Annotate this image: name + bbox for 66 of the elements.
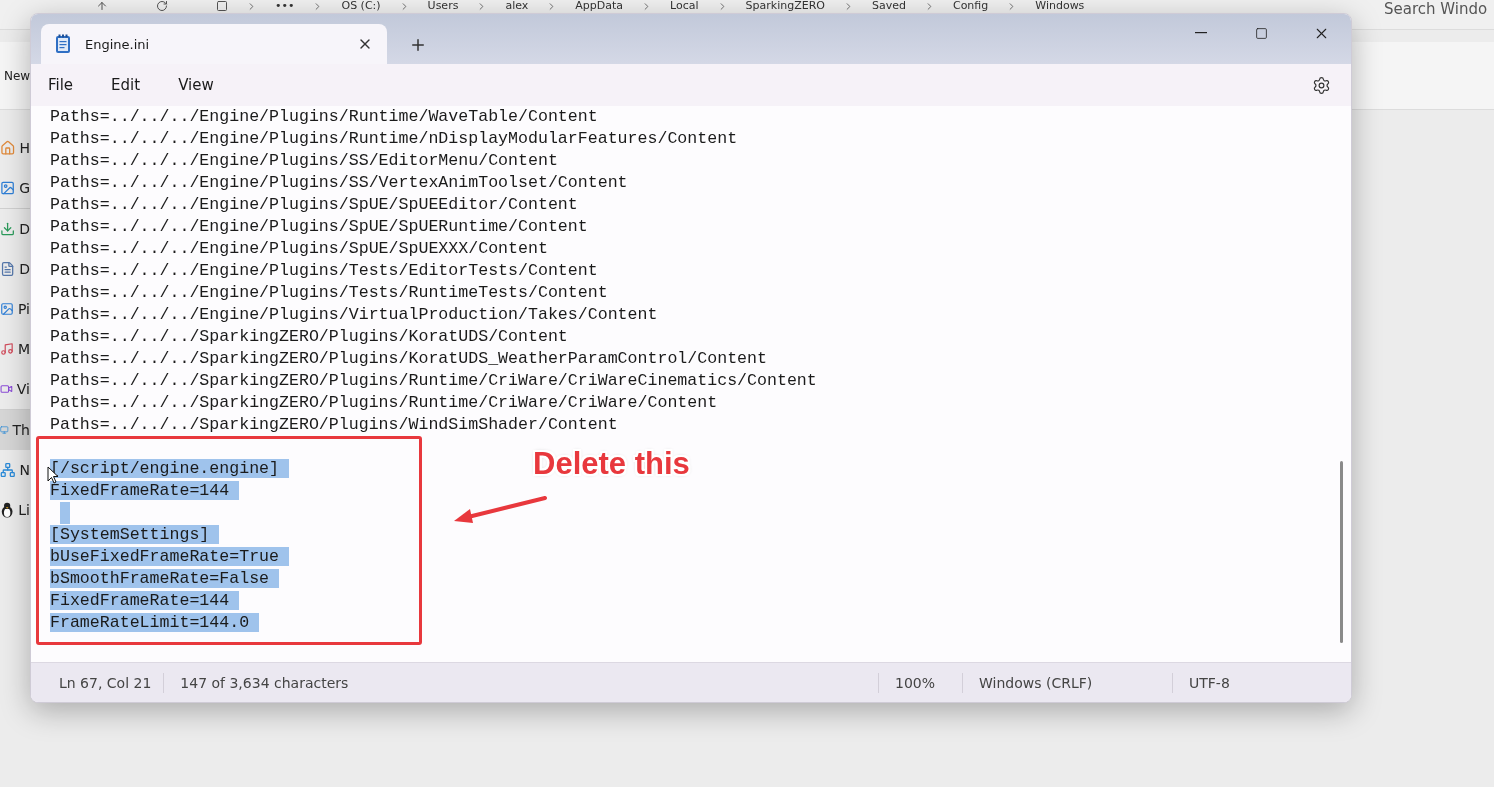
code-line: Paths=../../../SparkingZERO/Plugins/Runtime/CriWare/CriWareCinematics/Content xyxy=(50,371,817,390)
notepad-icon xyxy=(55,34,71,54)
sidebar-item[interactable]: Vi xyxy=(0,369,30,409)
breadcrumb-item[interactable]: OS (C:) xyxy=(341,0,381,12)
plus-icon xyxy=(409,36,427,54)
encoding: UTF-8 xyxy=(1172,672,1351,693)
scrollbar[interactable] xyxy=(1340,461,1343,643)
breadcrumb-item[interactable]: Saved xyxy=(871,0,906,12)
character-count: 147 of 3,634 characters xyxy=(163,672,365,693)
music-icon xyxy=(0,341,14,357)
sidebar-item[interactable]: Th xyxy=(0,410,30,450)
breadcrumb-item[interactable]: Windows xyxy=(1035,0,1085,12)
code-line: Paths=../../../Engine/Plugins/SpUE/SpUEEditor/Content xyxy=(50,195,578,214)
code-line: Paths=../../../Engine/Plugins/SpUE/SpUEXXX/Content xyxy=(50,239,548,258)
code-line: Paths=../../../Engine/Plugins/Tests/RuntimeTests/Content xyxy=(50,283,608,302)
file-tab[interactable]: Engine.ini xyxy=(41,24,387,64)
breadcrumb-item[interactable]: Config xyxy=(952,0,989,12)
code-line: Paths=../../../Engine/Plugins/Runtime/nDisplayModularFeatures/Content xyxy=(50,129,738,148)
sidebar-item[interactable]: H xyxy=(0,128,30,168)
download-icon xyxy=(0,221,16,237)
breadcrumb-item[interactable]: Local xyxy=(670,0,699,12)
maximize-icon xyxy=(1254,26,1268,40)
sidebar-item[interactable]: Pi xyxy=(0,289,30,329)
toolbar-item[interactable]: New xyxy=(4,68,31,83)
menu-item[interactable]: Edit xyxy=(111,72,141,98)
network-icon xyxy=(0,462,16,478)
minimize-icon xyxy=(1195,32,1207,34)
annotation-label: Delete this xyxy=(533,446,690,482)
code-line: Paths=../../../Engine/Plugins/Runtime/WaveTable/Content xyxy=(50,107,598,126)
settings-icon[interactable] xyxy=(1312,75,1331,95)
breadcrumb-item[interactable]: AppData xyxy=(575,0,624,12)
code-line: Paths=../../../Engine/Plugins/Tests/EditorTests/Content xyxy=(50,261,598,280)
new-tab-button[interactable] xyxy=(409,36,427,54)
code-line: Paths=../../../Engine/Plugins/SS/VertexAnimToolset/Content xyxy=(50,173,628,192)
square-icon[interactable] xyxy=(216,0,228,12)
sidebar-item[interactable]: D xyxy=(0,249,30,289)
sidebar-item[interactable]: N xyxy=(0,450,30,490)
breadcrumb-item[interactable]: Users xyxy=(427,0,459,12)
sidebar-item[interactable]: M xyxy=(0,329,30,369)
sidebar-item[interactable]: Li xyxy=(0,490,30,530)
breadcrumb-item[interactable]: ••• xyxy=(275,0,295,12)
sidebar-item[interactable]: D xyxy=(0,209,30,249)
cursor-position: Ln 67, Col 21 xyxy=(58,673,153,693)
search-field[interactable]: Search Windo xyxy=(1384,0,1494,18)
code-line: Paths=../../../Engine/Plugins/SpUE/SpUERuntime/Content xyxy=(50,217,588,236)
up-arrow-icon[interactable] xyxy=(96,0,108,12)
breadcrumb-item[interactable]: SparkingZERO xyxy=(745,0,825,12)
gallery-icon xyxy=(0,180,16,196)
document-icon xyxy=(0,261,16,277)
sidebar-item[interactable]: G xyxy=(0,168,30,208)
menu-item[interactable]: View xyxy=(178,72,214,98)
line-ending: Windows (CRLF) xyxy=(962,672,1172,693)
code-line: Paths=../../../Engine/Plugins/SS/EditorMenu/Content xyxy=(50,151,558,170)
penguin-icon xyxy=(0,501,15,519)
refresh-icon[interactable] xyxy=(156,0,168,12)
code-line: Paths=../../../SparkingZERO/Plugins/Runtime/CriWare/CriWare/Content xyxy=(50,393,718,412)
code-line: Paths=../../../Engine/Plugins/VirtualProduction/Takes/Content xyxy=(50,305,658,324)
breadcrumb-item[interactable]: alex xyxy=(505,0,529,12)
code-line: Paths=../../../SparkingZERO/Plugins/KoratUDS/Content xyxy=(50,327,568,346)
zoom-level: 100% xyxy=(878,672,962,693)
menu-item[interactable]: File xyxy=(48,72,74,98)
home-icon xyxy=(0,140,16,156)
code-line: Paths=../../../SparkingZERO/Plugins/WindSimShader/Content xyxy=(50,415,618,434)
code-line: Paths=../../../SparkingZERO/Plugins/KoratUDS_WeatherParamControl/Content xyxy=(50,349,767,368)
settings-gear-icon xyxy=(1312,75,1331,95)
gallery-icon xyxy=(0,301,14,317)
